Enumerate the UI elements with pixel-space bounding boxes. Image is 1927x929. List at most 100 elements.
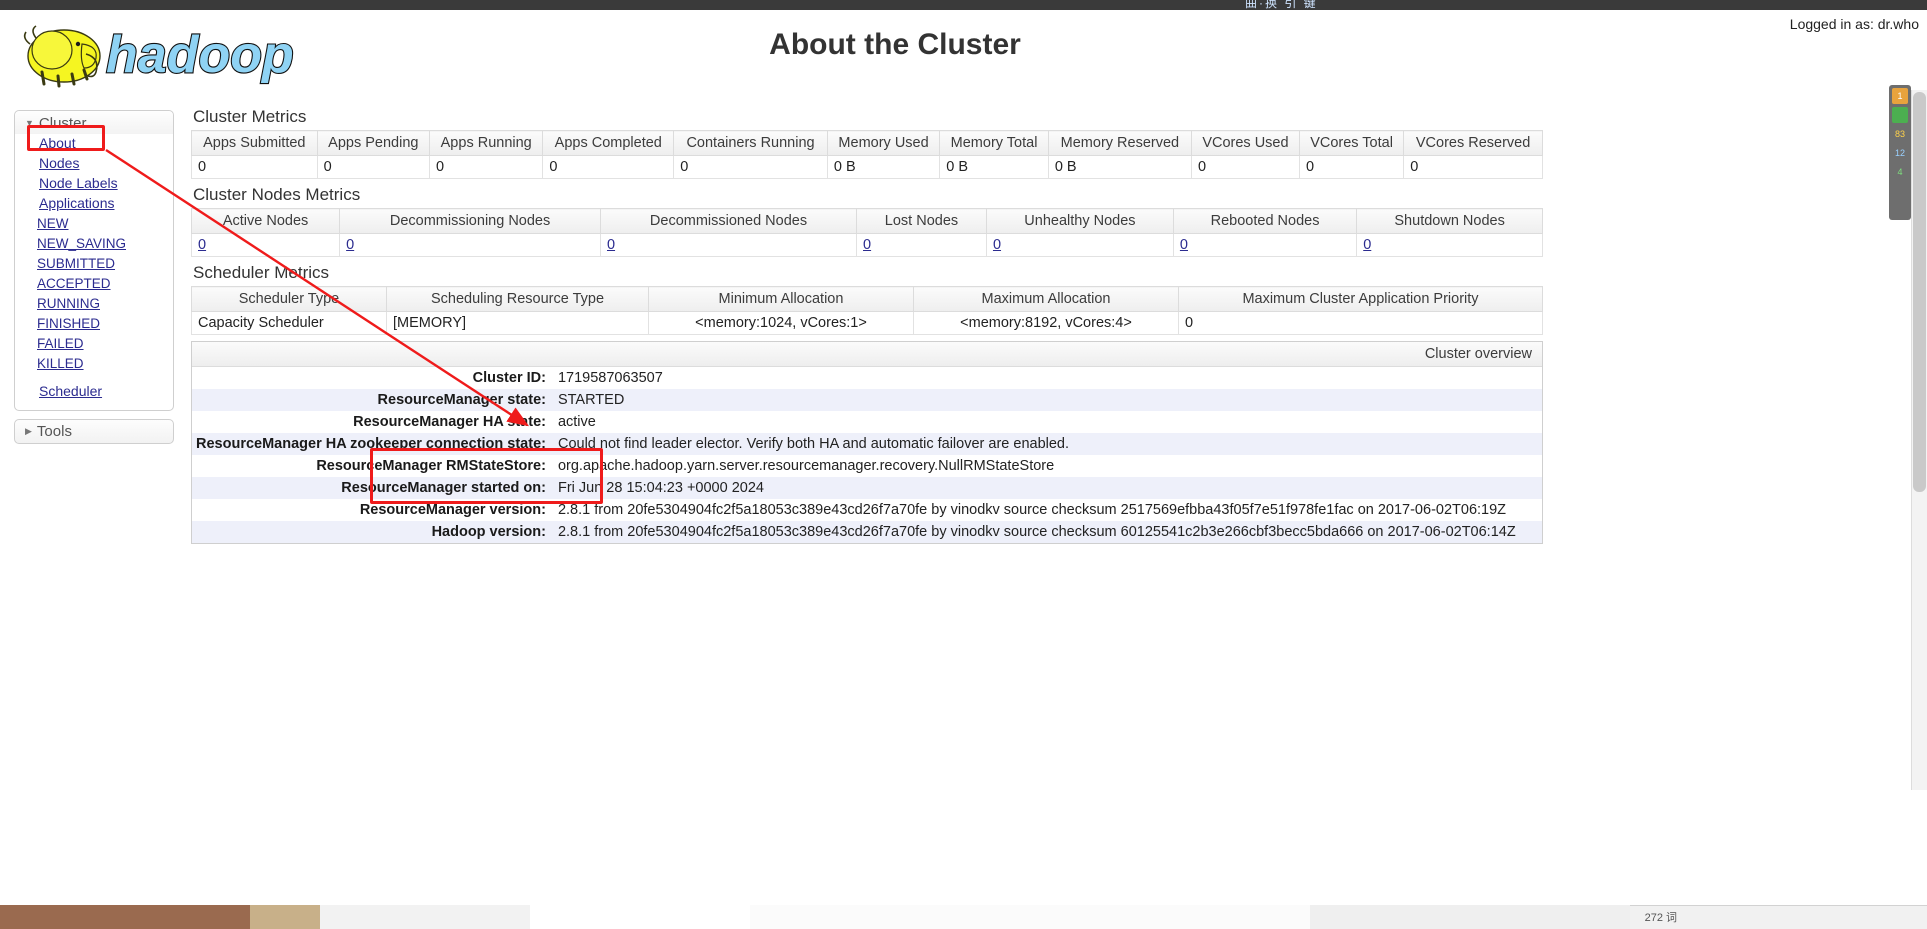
sidebar-link-node-labels[interactable]: Node Labels xyxy=(39,175,118,191)
sidebar: ▼ Cluster About Nodes Node Labels Applic… xyxy=(14,110,174,444)
extension-badge-icon-4[interactable]: 4 xyxy=(1892,164,1908,180)
val-decommissioning-nodes-cell[interactable]: 0 xyxy=(340,234,601,257)
taskbar-thumb-6[interactable] xyxy=(1310,905,1630,929)
sidebar-link-new-saving[interactable]: NEW_SAVING xyxy=(37,236,126,251)
value-hadoop-version: 2.8.1 from 20fe5304904fc2f5a18053c389e43… xyxy=(554,521,1542,543)
val-rebooted-nodes[interactable]: 0 xyxy=(1180,237,1188,253)
val-rebooted-nodes-cell[interactable]: 0 xyxy=(1173,234,1356,257)
val-maximum-allocation: <memory:8192, vCores:4> xyxy=(914,312,1179,335)
val-lost-nodes[interactable]: 0 xyxy=(863,237,871,253)
taskbar-thumb-3[interactable] xyxy=(320,905,530,929)
sidebar-item-applications[interactable]: Applications xyxy=(39,194,173,214)
col-scheduling-resource-type: Scheduling Resource Type xyxy=(387,287,649,312)
sidebar-link-finished[interactable]: FINISHED xyxy=(37,316,100,331)
col-lost-nodes: Lost Nodes xyxy=(857,209,987,234)
value-rm-started-on: Fri Jun 28 15:04:23 +0000 2024 xyxy=(554,477,1542,499)
extension-leaf-icon[interactable] xyxy=(1892,107,1908,123)
taskbar-thumb-1[interactable] xyxy=(0,905,250,929)
sidebar-link-accepted[interactable]: ACCEPTED xyxy=(37,276,111,291)
taskbar-thumb-4[interactable] xyxy=(530,905,750,929)
sidebar-item-state-new[interactable]: NEW xyxy=(37,214,173,234)
sidebar-tools-block[interactable]: ▶ Tools xyxy=(14,419,174,444)
sidebar-item-state-accepted[interactable]: ACCEPTED xyxy=(37,274,173,294)
key-rm-ha-zk-connection-state: ResourceManager HA zookeeper connection … xyxy=(192,433,554,455)
val-active-nodes-cell[interactable]: 0 xyxy=(192,234,340,257)
col-apps-completed: Apps Completed xyxy=(543,131,674,156)
table-row: ResourceManager HA zookeeper connection … xyxy=(192,433,1542,455)
sidebar-link-submitted[interactable]: SUBMITTED xyxy=(37,256,115,271)
val-decommissioned-nodes-cell[interactable]: 0 xyxy=(600,234,856,257)
key-rm-started-on: ResourceManager started on: xyxy=(192,477,554,499)
val-memory-used: 0 B xyxy=(827,156,939,179)
sidebar-tools-label: Tools xyxy=(37,423,72,440)
sidebar-link-new[interactable]: NEW xyxy=(37,216,69,231)
sidebar-item-node-labels[interactable]: Node Labels xyxy=(39,174,173,194)
taskbar-thumb-2[interactable] xyxy=(250,905,320,929)
val-active-nodes[interactable]: 0 xyxy=(198,237,206,253)
cluster-nodes-metrics-table: Active Nodes Decommissioning Nodes Decom… xyxy=(191,208,1543,257)
val-lost-nodes-cell[interactable]: 0 xyxy=(857,234,987,257)
val-apps-submitted: 0 xyxy=(192,156,318,179)
sidebar-cluster-header[interactable]: ▼ Cluster xyxy=(15,111,173,134)
value-cluster-id: 1719587063507 xyxy=(554,367,1542,389)
table-row: ResourceManager state: STARTED xyxy=(192,389,1542,411)
scheduler-metrics-title: Scheduler Metrics xyxy=(193,263,1543,283)
col-apps-running: Apps Running xyxy=(430,131,543,156)
col-apps-pending: Apps Pending xyxy=(317,131,429,156)
chevron-right-icon: ▶ xyxy=(25,427,32,436)
val-decommissioning-nodes[interactable]: 0 xyxy=(346,237,354,253)
cluster-overview-title: Cluster overview xyxy=(192,342,1542,367)
scheduler-metrics-table: Scheduler Type Scheduling Resource Type … xyxy=(191,286,1543,335)
sidebar-link-applications[interactable]: Applications xyxy=(39,195,115,211)
sidebar-link-failed[interactable]: FAILED xyxy=(37,336,84,351)
sidebar-link-running[interactable]: RUNNING xyxy=(37,296,100,311)
val-unhealthy-nodes-cell[interactable]: 0 xyxy=(986,234,1173,257)
val-apps-pending: 0 xyxy=(317,156,429,179)
sidebar-item-state-submitted[interactable]: SUBMITTED xyxy=(37,254,173,274)
sidebar-item-state-failed[interactable]: FAILED xyxy=(37,334,173,354)
value-rm-version: 2.8.1 from 20fe5304904fc2f5a18053c389e43… xyxy=(554,499,1542,521)
sidebar-item-state-finished[interactable]: FINISHED xyxy=(37,314,173,334)
table-row: ResourceManager version: 2.8.1 from 20fe… xyxy=(192,499,1542,521)
col-decommissioning-nodes: Decommissioning Nodes xyxy=(340,209,601,234)
taskbar-thumb-5[interactable] xyxy=(750,905,1310,929)
table-row: Hadoop version: 2.8.1 from 20fe5304904fc… xyxy=(192,521,1542,543)
word-count-status: 272 词 xyxy=(1645,909,1677,925)
table-header-row: Active Nodes Decommissioning Nodes Decom… xyxy=(192,209,1543,234)
col-memory-used: Memory Used xyxy=(827,131,939,156)
value-rm-ha-zk-connection-state: Could not find leader elector. Verify bo… xyxy=(554,433,1542,455)
sidebar-item-state-new-saving[interactable]: NEW_SAVING xyxy=(37,234,173,254)
val-memory-total: 0 B xyxy=(940,156,1049,179)
val-shutdown-nodes[interactable]: 0 xyxy=(1363,237,1371,253)
col-vcores-reserved: VCores Reserved xyxy=(1404,131,1543,156)
sidebar-link-about[interactable]: About xyxy=(39,135,76,151)
sidebar-item-about[interactable]: About xyxy=(39,134,173,154)
sidebar-item-state-running[interactable]: RUNNING xyxy=(37,294,173,314)
page-scrollbar-thumb[interactable] xyxy=(1913,92,1926,492)
sidebar-link-killed[interactable]: KILLED xyxy=(37,356,84,371)
col-maximum-allocation: Maximum Allocation xyxy=(914,287,1179,312)
extension-badge-icon-1[interactable]: 1 xyxy=(1892,88,1908,104)
table-row: 0 0 0 0 0 0 0 xyxy=(192,234,1543,257)
sidebar-link-scheduler[interactable]: Scheduler xyxy=(39,383,102,399)
extension-badge-icon-3[interactable]: 12 xyxy=(1892,145,1908,161)
col-minimum-allocation: Minimum Allocation xyxy=(649,287,914,312)
sidebar-spacer xyxy=(15,374,173,382)
val-shutdown-nodes-cell[interactable]: 0 xyxy=(1357,234,1543,257)
sidebar-item-nodes[interactable]: Nodes xyxy=(39,154,173,174)
sidebar-link-nodes[interactable]: Nodes xyxy=(39,155,79,171)
sidebar-item-state-killed[interactable]: KILLED xyxy=(37,354,173,374)
taskbar-thumbnails xyxy=(0,905,1630,929)
sidebar-tools-header[interactable]: ▶ Tools xyxy=(25,423,167,440)
col-max-cluster-app-priority: Maximum Cluster Application Priority xyxy=(1179,287,1543,312)
cluster-nodes-metrics-title: Cluster Nodes Metrics xyxy=(193,185,1543,205)
extension-toolbar-rail[interactable]: 1 83 12 4 xyxy=(1889,85,1911,220)
cluster-metrics-title: Cluster Metrics xyxy=(193,107,1543,127)
sidebar-item-scheduler[interactable]: Scheduler xyxy=(39,382,173,402)
col-shutdown-nodes: Shutdown Nodes xyxy=(1357,209,1543,234)
val-decommissioned-nodes[interactable]: 0 xyxy=(607,237,615,253)
col-active-nodes: Active Nodes xyxy=(192,209,340,234)
table-row: Capacity Scheduler [MEMORY] <memory:1024… xyxy=(192,312,1543,335)
extension-badge-icon-2[interactable]: 83 xyxy=(1892,126,1908,142)
val-unhealthy-nodes[interactable]: 0 xyxy=(993,237,1001,253)
